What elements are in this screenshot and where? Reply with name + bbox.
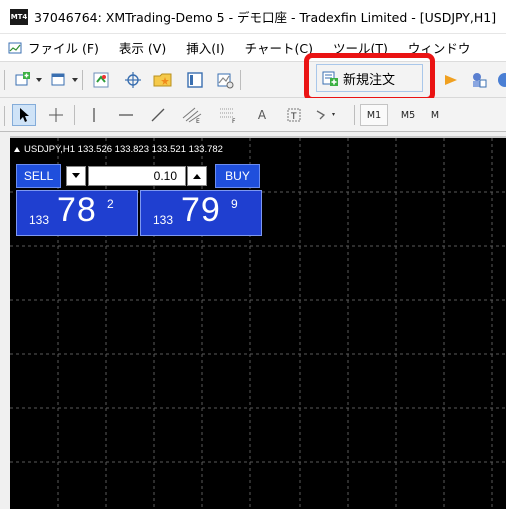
chevron-up-icon [193, 174, 201, 179]
menu-file-label: ファイル (F) [28, 41, 99, 56]
data-window-button[interactable] [122, 69, 144, 91]
equidistant-channel-button[interactable]: E [178, 104, 206, 126]
timeframe-m1-label: M1 [366, 109, 382, 121]
market-watch-button[interactable] [90, 69, 112, 91]
new-order-button[interactable]: 新規注文 [316, 64, 423, 92]
profiles-button[interactable] [48, 69, 70, 91]
horizontal-line-button[interactable] [114, 104, 138, 126]
menu-chart[interactable]: チャート(C) [245, 38, 313, 57]
menu-tools[interactable]: ツール(T) [333, 38, 388, 57]
trendline-button[interactable] [146, 104, 170, 126]
app-icon: MT4 [10, 8, 28, 25]
text-label-button[interactable]: T [282, 104, 306, 126]
expert-icon [445, 75, 457, 85]
price-chart[interactable]: USDJPY,H1 133.526 133.823 133.521 133.78… [10, 138, 506, 509]
terminal-icon [187, 72, 203, 88]
channel-icon: E [182, 107, 202, 124]
sell-price-button[interactable]: 133 78 2 [16, 190, 138, 236]
buy-price-main: 79 [181, 191, 221, 229]
toolbar-divider [74, 105, 75, 125]
buy-price-big: 133 [153, 213, 174, 227]
standard-toolbar [0, 62, 506, 98]
lot-increase-button[interactable] [187, 166, 207, 186]
strategy-tester-icon [217, 73, 234, 89]
one-click-trading-panel: SELL 0.10 BUY 133 78 2 133 79 9 [16, 164, 262, 238]
timeframe-m5[interactable]: M5 [394, 104, 422, 126]
autotrading-button[interactable] [440, 69, 462, 91]
timeframe-m5-label: M5 [400, 109, 416, 121]
text-tool-button[interactable]: A [250, 104, 274, 126]
lot-size-input[interactable]: 0.10 [88, 166, 186, 186]
menu-window[interactable]: ウィンドウ [408, 38, 471, 57]
crosshair-icon [125, 72, 141, 88]
workspace-edge [0, 132, 10, 509]
cursor-icon [20, 108, 29, 122]
timeframe-m15[interactable]: M [428, 104, 442, 126]
cursor-tool-button[interactable] [12, 104, 36, 126]
new-chart-icon [15, 72, 30, 86]
crosshair-icon [49, 108, 63, 122]
arrows-icon [316, 110, 335, 120]
horizontal-line-icon [119, 114, 133, 116]
globe-icon [498, 73, 506, 87]
fibonacci-button[interactable]: F [214, 104, 242, 126]
metaeditor-button[interactable] [468, 69, 490, 91]
buy-price-pipette: 9 [231, 197, 238, 211]
options-button[interactable] [494, 69, 506, 91]
text-label-icon: T [287, 108, 301, 122]
svg-text:E: E [196, 118, 200, 124]
terminal-button[interactable] [184, 69, 206, 91]
toolbar-divider [354, 105, 355, 125]
sell-price-main: 78 [57, 191, 97, 229]
crosshair-tool-button[interactable] [44, 104, 68, 126]
fibonacci-icon: F [220, 108, 236, 124]
toolbar-grip [4, 70, 5, 90]
text-tool-label: A [257, 108, 267, 122]
chevron-down-icon[interactable] [36, 78, 42, 82]
lot-decrease-button[interactable] [66, 166, 86, 186]
new-order-icon [322, 71, 338, 86]
buy-price-button[interactable]: 133 79 9 [140, 190, 262, 236]
chevron-down-icon [72, 173, 80, 178]
strategy-tester-button[interactable] [214, 69, 236, 91]
folder-star-icon [153, 73, 172, 87]
collapse-icon[interactable] [14, 147, 20, 152]
menu-bar: ファイル (F) 表示 (V) 挿入(I) チャート(C) ツール(T) ウィン… [0, 34, 506, 62]
svg-text:T: T [290, 112, 297, 122]
metaeditor-icon [473, 73, 487, 88]
navigator-button[interactable] [152, 69, 174, 91]
timeframe-m1[interactable]: M1 [360, 104, 388, 126]
line-studies-toolbar: E F A T M1 M5 M [0, 98, 506, 132]
chevron-down-icon[interactable] [72, 78, 78, 82]
vertical-line-icon [93, 108, 95, 122]
market-watch-icon [93, 72, 109, 88]
trendline-icon [151, 108, 165, 122]
arrows-button[interactable] [312, 104, 342, 126]
sell-price-big: 133 [29, 213, 50, 227]
new-order-label: 新規注文 [343, 72, 396, 88]
menu-view[interactable]: 表示 (V) [119, 38, 166, 57]
toolbar-divider [82, 70, 83, 90]
buy-button[interactable]: BUY [215, 164, 260, 188]
toolbar-divider [240, 70, 241, 90]
timeframe-m15-label: M [430, 109, 440, 121]
menu-file[interactable]: ファイル (F) [8, 38, 99, 57]
sell-button[interactable]: SELL [16, 164, 61, 188]
profiles-icon [51, 73, 65, 86]
vertical-line-button[interactable] [82, 104, 106, 126]
sell-price-pipette: 2 [107, 197, 114, 211]
chart-icon [8, 42, 22, 53]
chart-header: USDJPY,H1 133.526 133.823 133.521 133.78… [14, 144, 223, 155]
menu-insert[interactable]: 挿入(I) [186, 38, 224, 57]
svg-text:F: F [232, 118, 236, 124]
chart-symbol-ohlc: USDJPY,H1 133.526 133.823 133.521 133.78… [24, 144, 223, 155]
title-bar: MT4 37046764: XMTrading-Demo 5 - デモ口座 - … [0, 0, 506, 34]
new-chart-button[interactable] [12, 69, 34, 91]
window-title: 37046764: XMTrading-Demo 5 - デモ口座 - Trad… [34, 10, 497, 25]
toolbar-grip [4, 106, 5, 126]
